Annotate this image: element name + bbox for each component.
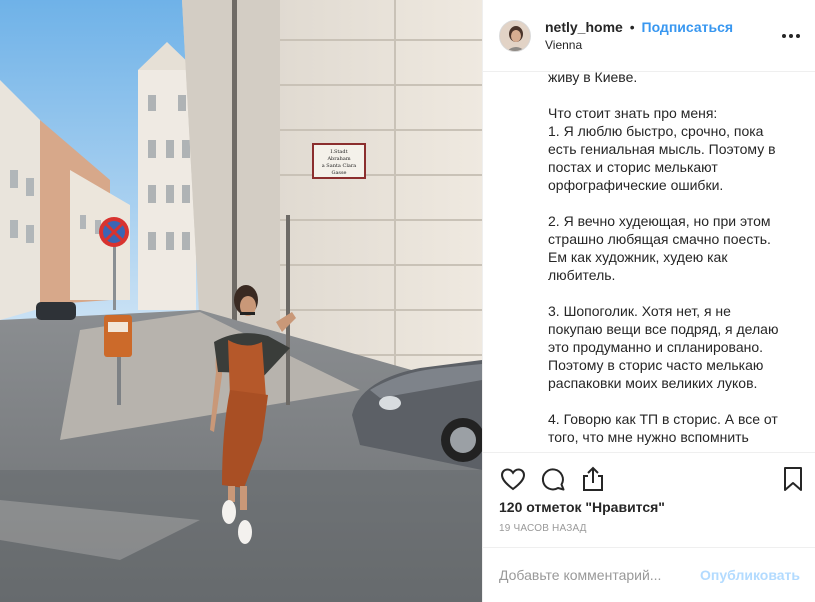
more-dot-2: [789, 34, 793, 38]
avatar-image: [500, 20, 530, 51]
actions-section: 120 отметок "Нравится" 19 ЧАСОВ НАЗАД: [483, 452, 815, 547]
caption-line: покупаю вещи все подряд, я делаю: [548, 321, 779, 337]
location-link[interactable]: Vienna: [545, 36, 733, 54]
more-dot-1: [782, 34, 786, 38]
caption-scroll-area[interactable]: живу в Киеве. Что стоит знать про меня: 1.…: [483, 72, 815, 452]
more-options-icon[interactable]: [782, 28, 800, 44]
comment-input[interactable]: [499, 567, 701, 583]
street-sign-line-3: a Santa Clara: [322, 163, 357, 169]
street-sign-line-1: I.Stadt: [330, 149, 347, 155]
caption-line: постах и сторис мелькают: [548, 159, 718, 175]
caption-line: орфографические ошибки.: [548, 177, 724, 193]
post-header: netly_home • Подписаться Vienna: [483, 0, 815, 72]
more-dot-3: [796, 34, 800, 38]
comment-bar: Опубликовать: [483, 547, 815, 602]
separator-dot: •: [629, 18, 635, 35]
street-sign-line-2: Abraham: [326, 156, 350, 162]
likes-count[interactable]: 120 отметок "Нравится": [499, 499, 665, 515]
header-top-line: netly_home • Подписаться: [545, 18, 733, 36]
follow-button[interactable]: Подписаться: [642, 19, 734, 35]
caption-line: [548, 392, 800, 410]
caption-line: 1. Я люблю быстро, срочно, пока: [548, 123, 764, 139]
caption-line: это продуманно и спланировано.: [548, 339, 764, 355]
caption-line: [548, 86, 800, 104]
comment-icon[interactable]: [539, 465, 567, 493]
caption-line: 3. Шопоголик. Хотя нет, я не: [548, 303, 731, 319]
caption-line: страшно любящая смачно поесть.: [548, 231, 771, 247]
caption-line: того, что мне нужно вспомнить: [548, 429, 749, 445]
heart-icon[interactable]: [499, 465, 527, 493]
caption-line: Поэтому в сторис часто мелькаю: [548, 357, 764, 373]
post-panel: netly_home • Подписаться Vienna живу в К…: [482, 0, 815, 602]
action-icons-row: [499, 465, 802, 493]
caption-text: живу в Киеве. Что стоит знать про меня: 1.…: [548, 72, 800, 446]
avatar[interactable]: [499, 19, 531, 52]
caption-line: [548, 284, 800, 302]
username-link[interactable]: netly_home: [545, 19, 623, 35]
caption-line: Ем как художник, худею как: [548, 249, 728, 265]
caption-line: есть гениальная мысль. Поэтому в: [548, 141, 776, 157]
street-scene-image: I.Stadt Abraham a Santa Clara Gasse: [0, 0, 482, 602]
post-timestamp[interactable]: 19 ЧАСОВ НАЗАД: [499, 523, 587, 534]
share-icon[interactable]: [579, 465, 607, 493]
header-text: netly_home • Подписаться Vienna: [545, 18, 733, 54]
post-photo[interactable]: I.Stadt Abraham a Santa Clara Gasse: [0, 0, 482, 602]
caption-line: 2. Я вечно худеющая, но при этом: [548, 213, 771, 229]
street-sign-line-4: Gasse: [331, 170, 346, 176]
caption-line: [548, 194, 800, 212]
publish-button[interactable]: Опубликовать: [700, 567, 800, 583]
caption-line: живу в Киеве.: [548, 72, 638, 85]
caption-line: Что стоит знать про меня:: [548, 105, 718, 121]
caption-line: 4. Говорю как ТП в сторис. А все от: [548, 411, 778, 427]
bookmark-icon[interactable]: [779, 465, 807, 493]
caption-line: распаковки моих великих луков.: [548, 375, 758, 391]
caption-line: любитель.: [548, 267, 616, 283]
